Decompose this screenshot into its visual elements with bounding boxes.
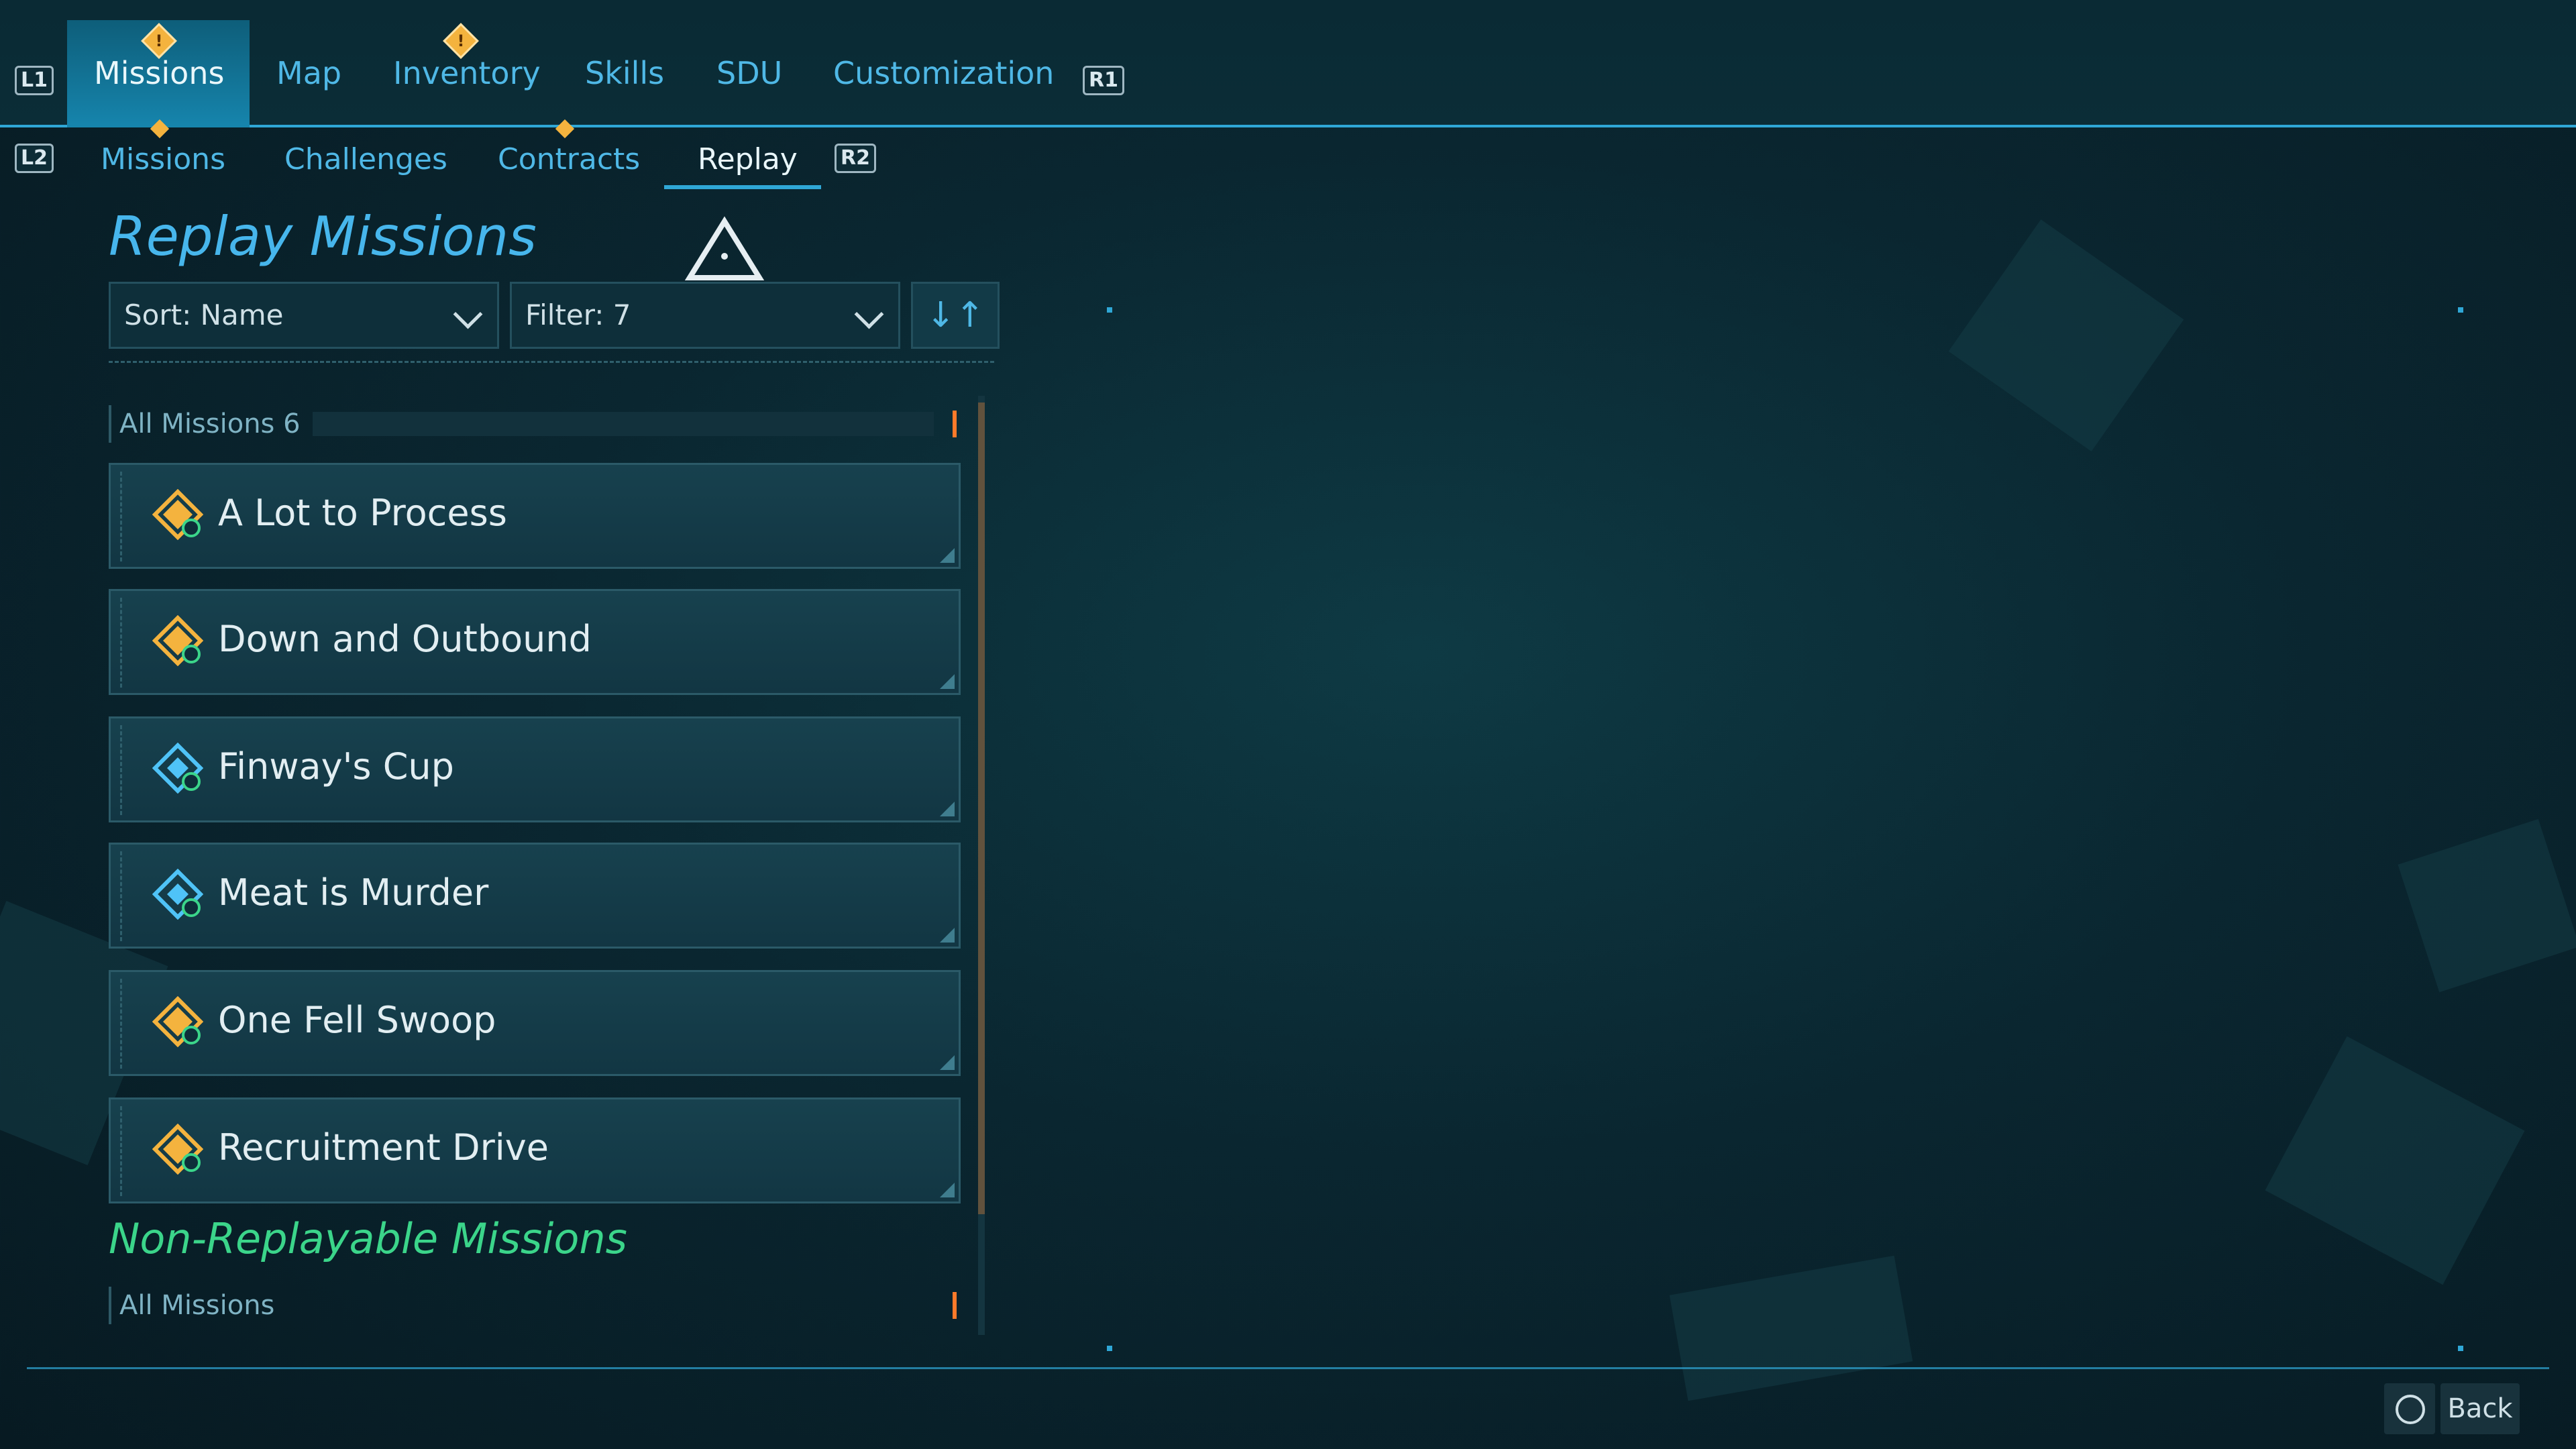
item-tick-marks — [120, 979, 126, 1069]
collapse-indicator — [953, 411, 957, 437]
group-label: All Missions 6 — [119, 409, 301, 439]
mission-name: One Fell Swoop — [218, 999, 496, 1041]
l2-button-hint[interactable]: L2 — [15, 144, 54, 173]
group-header-non-replayable[interactable]: All Missions — [109, 1287, 961, 1324]
page-title: Replay Missions — [109, 205, 537, 268]
tab-map[interactable]: Map — [276, 55, 341, 91]
header-divider — [109, 361, 994, 366]
r2-button-hint[interactable]: R2 — [835, 144, 876, 173]
sort-order-button[interactable]: ↓↑ — [911, 282, 1000, 349]
sort-order-icon: ↓↑ — [926, 295, 985, 335]
mission-item-down-and-outbound[interactable]: Down and Outbound — [109, 589, 961, 695]
subtab-contracts[interactable]: Contracts — [498, 142, 640, 176]
subtab-active-underline — [664, 185, 821, 189]
gold-mission-replay-icon — [152, 489, 203, 540]
item-tick-marks — [120, 1106, 126, 1196]
background-shard — [1669, 1255, 1913, 1401]
mission-name: Meat is Murder — [218, 871, 489, 914]
back-button[interactable]: Back — [2440, 1383, 2520, 1434]
tab-skills[interactable]: Skills — [585, 55, 664, 91]
filter-dropdown[interactable]: Filter: 7 — [510, 282, 900, 349]
blue-mission-replay-icon — [152, 743, 203, 794]
panel-corner-marker — [2458, 1346, 2463, 1351]
filter-label: Filter: 7 — [525, 299, 631, 331]
tab-inventory[interactable]: Inventory — [393, 55, 541, 91]
mission-item-recruitment-drive[interactable]: Recruitment Drive — [109, 1097, 961, 1203]
item-corner-accent — [940, 1183, 955, 1197]
mission-name: A Lot to Process — [218, 492, 507, 534]
tab-customization[interactable]: Customization — [833, 55, 1054, 91]
panel-corner-marker — [2458, 307, 2463, 313]
circle-button-icon[interactable] — [2384, 1383, 2435, 1434]
item-tick-marks — [120, 725, 126, 815]
item-corner-accent — [940, 548, 955, 563]
mission-name: Finway's Cup — [218, 745, 454, 788]
gold-mission-replay-icon — [152, 615, 203, 666]
scrollbar-thumb[interactable] — [978, 402, 985, 1214]
background-shard — [2398, 818, 2576, 993]
gold-mission-replay-icon — [152, 996, 203, 1047]
mission-item-one-fell-swoop[interactable]: One Fell Swoop — [109, 970, 961, 1076]
item-tick-marks — [120, 472, 126, 561]
triangle-button-icon[interactable] — [684, 216, 765, 290]
sort-dropdown[interactable]: Sort: Name — [109, 282, 499, 349]
l1-button-hint[interactable]: L1 — [15, 66, 54, 95]
top-navigation-bar — [0, 0, 2576, 127]
mission-item-finways-cup[interactable]: Finway's Cup — [109, 716, 961, 822]
group-header-bar — [313, 412, 934, 436]
blue-mission-replay-icon — [152, 869, 203, 920]
item-tick-marks — [120, 851, 126, 941]
item-tick-marks — [120, 598, 126, 688]
panel-corner-marker — [1107, 1346, 1112, 1351]
tab-missions[interactable]: Missions — [94, 55, 224, 91]
subtab-missions[interactable]: Missions — [101, 142, 225, 176]
subtab-challenges[interactable]: Challenges — [284, 142, 447, 176]
background-shard — [1948, 219, 2184, 451]
r1-button-hint[interactable]: R1 — [1083, 66, 1124, 95]
chevron-down-icon — [854, 299, 884, 329]
group-header-all-missions[interactable]: All Missions 6 — [109, 405, 961, 443]
sort-label: Sort: Name — [124, 299, 284, 331]
background-shard — [2265, 1036, 2525, 1285]
panel-corner-marker — [1107, 307, 1112, 313]
mission-item-meat-is-murder[interactable]: Meat is Murder — [109, 843, 961, 949]
gold-mission-replay-icon — [152, 1124, 203, 1175]
item-corner-accent — [940, 1055, 955, 1070]
item-corner-accent — [940, 928, 955, 943]
non-replayable-title: Non-Replayable Missions — [109, 1214, 627, 1263]
item-corner-accent — [940, 802, 955, 816]
tab-sdu[interactable]: SDU — [716, 55, 782, 91]
footer-divider — [27, 1367, 2549, 1369]
chevron-down-icon — [453, 299, 483, 329]
collapse-indicator — [953, 1292, 957, 1319]
mission-name: Down and Outbound — [218, 618, 592, 660]
item-corner-accent — [940, 674, 955, 689]
group-label: All Missions — [119, 1290, 275, 1321]
mission-item-a-lot-to-process[interactable]: A Lot to Process — [109, 463, 961, 569]
mission-name: Recruitment Drive — [218, 1126, 549, 1169]
subtab-replay[interactable]: Replay — [698, 142, 798, 176]
